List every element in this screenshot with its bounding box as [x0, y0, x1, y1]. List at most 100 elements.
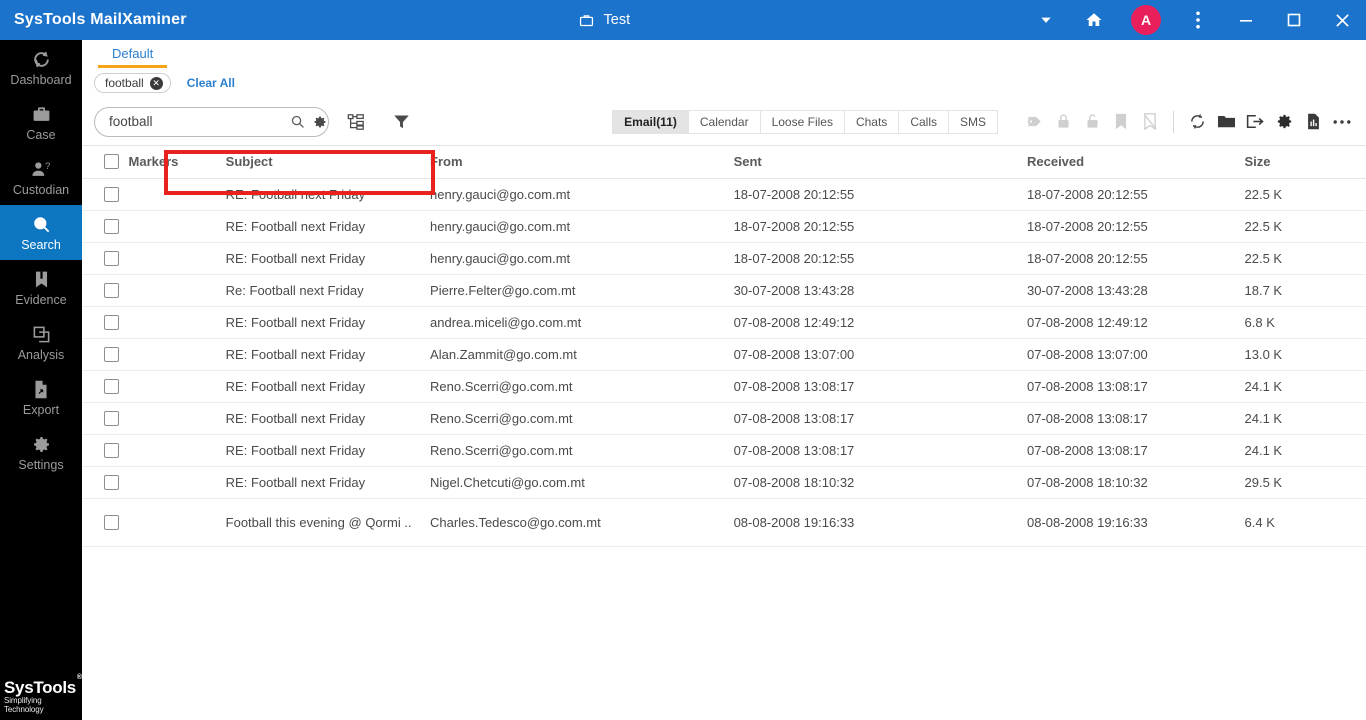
sidebar-item-analysis[interactable]: Analysis	[0, 315, 82, 370]
cell-received: 07-08-2008 12:49:12	[1026, 306, 1245, 339]
row-select-cell	[82, 274, 129, 307]
column-header-size[interactable]: Size	[1244, 146, 1366, 179]
cell-subject: RE: Football next Friday	[225, 466, 431, 499]
toolbar-divider	[1173, 110, 1174, 133]
close-circle-icon[interactable]: ✕	[149, 76, 163, 90]
tree-view-icon[interactable]	[347, 113, 365, 131]
tab-email[interactable]: Email(11)	[612, 109, 689, 134]
table-row[interactable]: RE: Football next Friday andrea.miceli@go…	[82, 306, 1366, 339]
briefcase-icon	[32, 104, 51, 125]
table-row[interactable]: RE: Football next Friday Alan.Zammit@go.c…	[82, 338, 1366, 371]
cell-from: Charles.Tedesco@go.com.mt	[430, 498, 734, 547]
column-header-subject[interactable]: Subject	[225, 146, 431, 179]
cell-received: 18-07-2008 20:12:55	[1026, 242, 1245, 275]
cell-from: Nigel.Chetcuti@go.com.mt	[430, 466, 734, 499]
sidebar-item-custodian[interactable]: ? Custodian	[0, 150, 82, 205]
cell-received: 07-08-2008 13:08:17	[1026, 434, 1245, 467]
search-box[interactable]	[94, 106, 329, 137]
more-horizontal-icon[interactable]	[1328, 108, 1356, 136]
close-button[interactable]	[1318, 0, 1366, 40]
main-panel: Default football ✕ Clear All football Em…	[82, 40, 1366, 720]
cell-received: 07-08-2008 13:08:17	[1026, 402, 1245, 435]
magnifier-icon[interactable]	[290, 114, 305, 129]
select-all-checkbox[interactable]	[104, 154, 119, 170]
sidebar-item-settings[interactable]: Settings	[0, 425, 82, 480]
table-row[interactable]: RE: Football next Friday Reno.Scerri@go.c…	[82, 434, 1366, 467]
tag-icon[interactable]	[1020, 108, 1048, 136]
filter-chip-football[interactable]: football ✕	[94, 73, 171, 93]
cell-size: 6.8 K	[1244, 306, 1366, 339]
row-checkbox[interactable]	[104, 474, 119, 490]
lock-closed-icon[interactable]	[1049, 108, 1077, 136]
table-row[interactable]: Football this evening @ Qormi .. Charles.…	[82, 498, 1366, 547]
cell-markers	[128, 466, 226, 499]
tab-sms[interactable]: SMS	[948, 109, 998, 134]
table-row[interactable]: RE: Football next Friday henry.gauci@go.c…	[82, 242, 1366, 275]
sidebar-item-export[interactable]: Export	[0, 370, 82, 425]
row-checkbox[interactable]	[104, 218, 119, 234]
maximize-button[interactable]	[1270, 0, 1318, 40]
avatar-initial: A	[1131, 5, 1161, 35]
export-icon[interactable]	[1241, 108, 1269, 136]
sidebar: Dashboard Case ? Custodian Search Eviden…	[0, 40, 82, 720]
cell-sent: 18-07-2008 20:12:55	[733, 178, 1027, 211]
row-checkbox[interactable]	[104, 282, 119, 298]
sidebar-item-search[interactable]: Search	[0, 205, 82, 260]
row-checkbox[interactable]	[104, 378, 119, 394]
results-table: Markers Subject From Sent Received Size …	[82, 146, 1366, 547]
cell-sent: 07-08-2008 13:07:00	[733, 338, 1027, 371]
gear-icon[interactable]	[313, 115, 327, 129]
row-checkbox[interactable]	[104, 186, 119, 202]
column-header-received[interactable]: Received	[1026, 146, 1245, 179]
search-input[interactable]	[109, 114, 286, 129]
row-checkbox[interactable]	[104, 514, 119, 530]
column-header-from[interactable]: From	[430, 146, 734, 179]
tab-loose-files[interactable]: Loose Files	[760, 109, 845, 134]
bookmark-off-icon[interactable]	[1136, 108, 1164, 136]
table-row[interactable]: RE: Football next Friday Reno.Scerri@go.c…	[82, 402, 1366, 435]
row-checkbox[interactable]	[104, 410, 119, 426]
home-icon[interactable]	[1070, 0, 1118, 40]
gear-icon[interactable]	[1270, 108, 1298, 136]
bookmark-icon[interactable]	[1107, 108, 1135, 136]
tab-default[interactable]: Default	[98, 46, 168, 68]
sidebar-item-dashboard[interactable]: Dashboard	[0, 40, 82, 95]
column-header-sent[interactable]: Sent	[733, 146, 1027, 179]
cell-markers	[128, 498, 226, 547]
tab-calendar[interactable]: Calendar	[688, 109, 761, 134]
refresh-icon[interactable]	[1183, 108, 1211, 136]
cell-markers	[128, 242, 226, 275]
cell-subject: RE: Football next Friday	[225, 210, 431, 243]
current-case[interactable]: Test	[579, 12, 630, 28]
row-checkbox[interactable]	[104, 250, 119, 266]
table-row[interactable]: RE: Football next Friday Nigel.Chetcuti@g…	[82, 466, 1366, 499]
lock-open-icon[interactable]	[1078, 108, 1106, 136]
sidebar-item-evidence[interactable]: Evidence	[0, 260, 82, 315]
chevron-down-icon[interactable]	[1022, 0, 1070, 40]
row-checkbox[interactable]	[104, 442, 119, 458]
table-row[interactable]: Re: Football next Friday Pierre.Felter@go…	[82, 274, 1366, 307]
minimize-button[interactable]	[1222, 0, 1270, 40]
row-checkbox[interactable]	[104, 346, 119, 362]
sidebar-item-case[interactable]: Case	[0, 95, 82, 150]
tab-chats[interactable]: Chats	[844, 109, 900, 134]
row-checkbox[interactable]	[104, 314, 119, 330]
table-row[interactable]: RE: Football next Friday Reno.Scerri@go.c…	[82, 370, 1366, 403]
clear-all-button[interactable]: Clear All	[187, 76, 235, 90]
cell-markers	[128, 338, 226, 371]
svg-text:?: ?	[45, 161, 50, 172]
column-header-markers[interactable]: Markers	[128, 146, 226, 179]
tab-calls[interactable]: Calls	[899, 109, 949, 134]
filter-icon[interactable]	[393, 113, 410, 130]
vertical-dots-icon[interactable]	[1174, 0, 1222, 40]
table-row[interactable]: RE: Football next Friday henry.gauci@go.c…	[82, 178, 1366, 211]
sidebar-item-label: Analysis	[17, 347, 65, 362]
folder-icon[interactable]	[1212, 108, 1240, 136]
report-file-icon[interactable]	[1299, 108, 1327, 136]
cell-markers	[128, 434, 226, 467]
search-wrapper	[94, 106, 329, 137]
row-select-cell	[82, 498, 129, 547]
cell-subject: RE: Football next Friday	[225, 178, 431, 211]
table-row[interactable]: RE: Football next Friday henry.gauci@go.c…	[82, 210, 1366, 243]
avatar[interactable]: A	[1118, 0, 1174, 40]
